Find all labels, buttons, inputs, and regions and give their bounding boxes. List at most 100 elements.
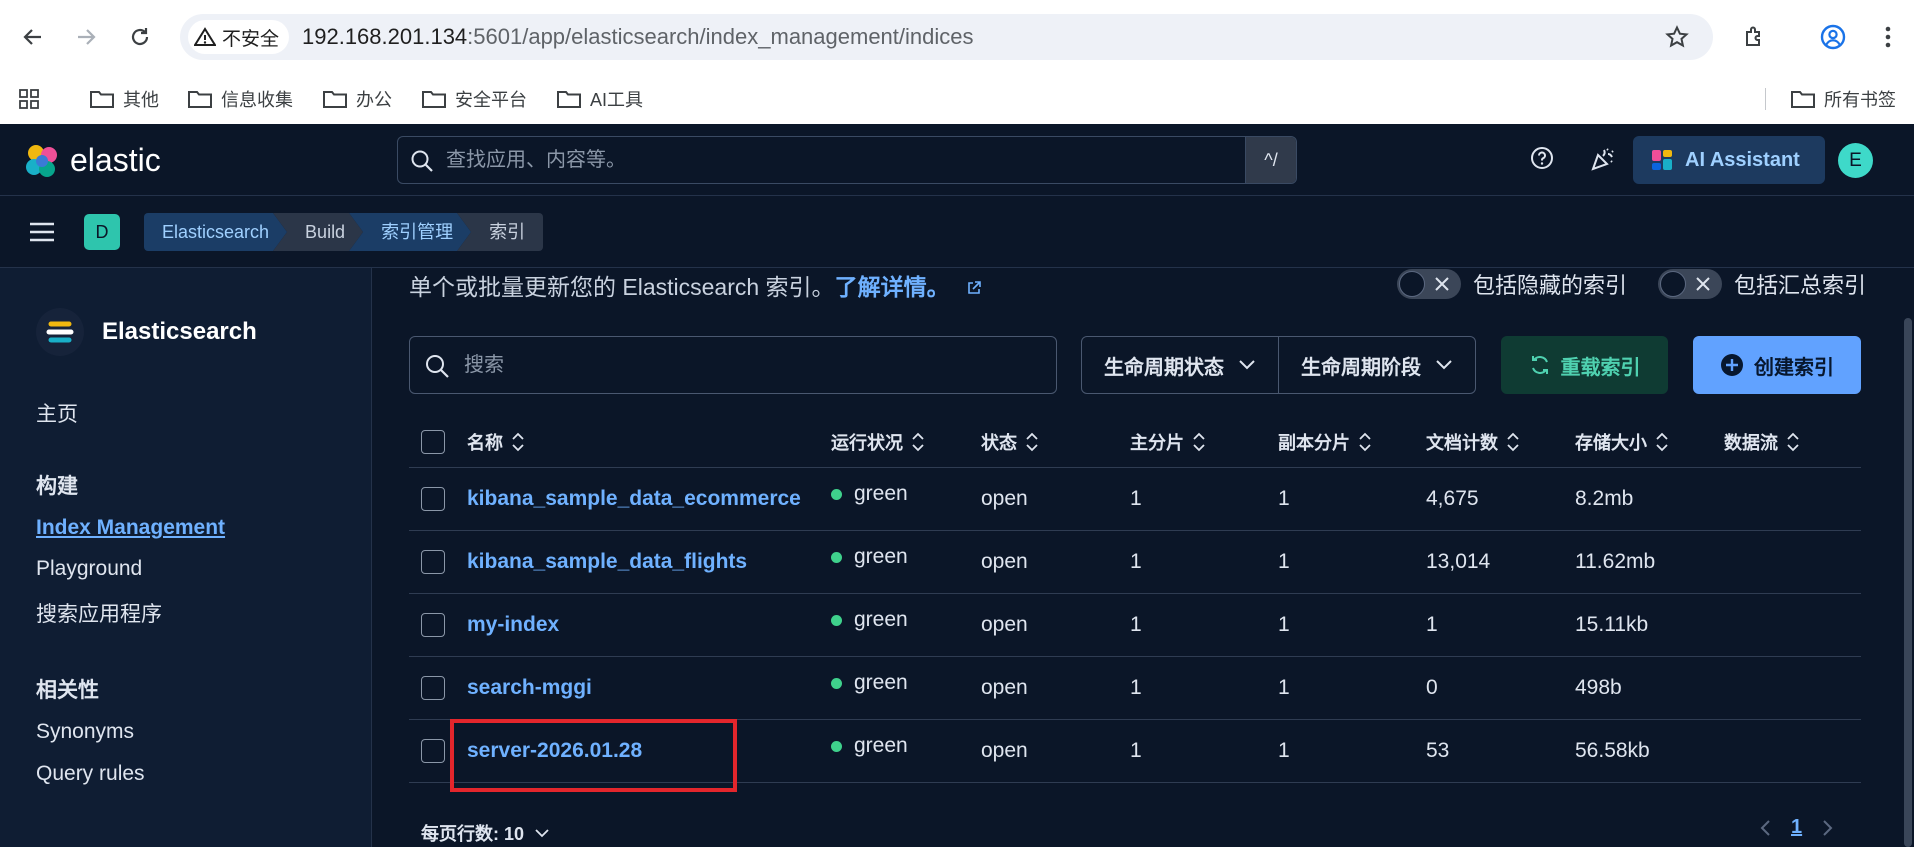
rows-per-page-selector[interactable]: 每页行数: 10 <box>421 820 550 846</box>
replicas-cell: 1 <box>1278 739 1290 762</box>
space-avatar[interactable]: D <box>84 214 120 250</box>
plus-circle-icon <box>1721 354 1743 376</box>
replicas-cell: 1 <box>1278 613 1290 636</box>
back-button[interactable] <box>17 21 49 53</box>
sidebar-item-synonyms[interactable]: Synonyms <box>36 720 134 744</box>
lifecycle-status-filter[interactable]: 生命周期状态 <box>1082 337 1278 393</box>
create-label: 创建索引 <box>1754 356 1834 379</box>
column-header-docs[interactable]: 文档计数 <box>1426 416 1520 468</box>
bookmark-folder[interactable]: 办公 <box>322 74 392 124</box>
create-index-button[interactable]: 创建索引 <box>1693 336 1861 394</box>
table-row: search-mggi green open 1 1 0 498b <box>409 657 1861 720</box>
index-name-link[interactable]: search-mggi <box>467 657 592 719</box>
bookmark-folder[interactable]: 信息收集 <box>187 74 293 124</box>
bookmark-label: 其他 <box>123 90 159 110</box>
status-cell: open <box>981 739 1028 762</box>
health-dot-icon <box>831 740 842 752</box>
ai-assistant-button[interactable]: AI Assistant <box>1633 136 1825 184</box>
security-label: 不安全 <box>222 28 280 50</box>
browser-menu-icon[interactable] <box>1872 21 1904 53</box>
index-name-link[interactable]: kibana_sample_data_flights <box>467 531 747 593</box>
sidebar-item-index-management[interactable]: Index Management <box>36 516 225 540</box>
sidebar-section-build: 构建 <box>36 475 78 498</box>
search-icon <box>426 355 449 378</box>
size-cell: 498b <box>1575 676 1622 699</box>
docs-cell: 4,675 <box>1426 487 1479 510</box>
scrollbar[interactable] <box>1904 318 1912 847</box>
index-name-link[interactable]: my-index <box>467 594 559 656</box>
primary-cell: 1 <box>1130 613 1142 636</box>
address-bar[interactable]: 不安全 192.168.201.134:5601/app/elasticsear… <box>180 14 1713 60</box>
health-text: green <box>854 608 908 631</box>
arrow-left-icon <box>23 29 41 45</box>
index-name-link[interactable]: kibana_sample_data_ecommerce <box>467 468 801 530</box>
bookmark-label: 所有书签 <box>1824 90 1896 110</box>
security-chip[interactable]: 不安全 <box>188 20 290 54</box>
folder-icon <box>557 91 581 108</box>
row-checkbox[interactable] <box>421 550 445 574</box>
chevron-right-icon[interactable] <box>1822 819 1834 837</box>
select-all-checkbox[interactable] <box>421 430 445 454</box>
row-checkbox[interactable] <box>421 739 445 763</box>
menu-toggle-icon[interactable] <box>28 220 56 244</box>
close-icon <box>1435 277 1449 291</box>
profile-icon[interactable] <box>1817 21 1849 53</box>
lifecycle-phase-filter[interactable]: 生命周期阶段 <box>1278 337 1475 393</box>
column-label: 状态 <box>981 433 1017 453</box>
column-header-name[interactable]: 名称 <box>467 416 525 468</box>
replicas-cell: 1 <box>1278 487 1290 510</box>
bookmarks-bar: 其他 信息收集 办公 安全平台 AI工具 所有书签 <box>0 74 1914 124</box>
side-nav-title: Elasticsearch <box>102 318 257 345</box>
bookmark-folder[interactable]: 其他 <box>89 74 159 124</box>
breadcrumb-index-management[interactable]: 索引管理 <box>349 213 471 251</box>
bookmark-folder[interactable]: AI工具 <box>556 74 643 124</box>
page-description: 单个或批量更新您的 Elasticsearch 索引。了解详情。 <box>409 268 982 302</box>
toggle-switch[interactable] <box>1658 269 1722 299</box>
bookmark-star-icon[interactable] <box>1665 25 1689 49</box>
row-checkbox[interactable] <box>421 487 445 511</box>
elastic-logo[interactable]: elastic <box>24 142 161 179</box>
apps-grid-icon[interactable] <box>18 74 40 124</box>
breadcrumb-elasticsearch[interactable]: Elasticsearch <box>144 213 287 251</box>
search-placeholder: 搜索 <box>464 354 504 376</box>
index-search-input[interactable]: 搜索 <box>409 336 1057 394</box>
bookmark-folder[interactable]: 安全平台 <box>421 74 527 124</box>
reload-indices-button[interactable]: 重载索引 <box>1501 336 1668 394</box>
include-hidden-toggle[interactable]: 包括隐藏的索引 <box>1397 268 1627 300</box>
bookmark-label: 安全平台 <box>455 90 527 110</box>
column-header-status[interactable]: 状态 <box>981 416 1039 468</box>
include-rollup-toggle[interactable]: 包括汇总索引 <box>1658 268 1866 300</box>
sidebar-item-query-rules[interactable]: Query rules <box>36 762 145 786</box>
forward-button[interactable] <box>70 21 102 53</box>
column-header-size[interactable]: 存储大小 <box>1575 416 1669 468</box>
all-bookmarks-folder[interactable]: 所有书签 <box>1790 74 1896 124</box>
sort-icon <box>1656 432 1668 452</box>
column-header-data-stream[interactable]: 数据流 <box>1724 416 1800 468</box>
sidebar-item-home[interactable]: 主页 <box>36 398 78 428</box>
extensions-icon[interactable] <box>1738 21 1770 53</box>
toggle-switch[interactable] <box>1397 269 1461 299</box>
filter-label: 生命周期阶段 <box>1301 356 1421 379</box>
sidebar-item-playground[interactable]: Playground <box>36 557 142 581</box>
bookmark-label: AI工具 <box>590 90 644 110</box>
elastic-cluster-icon <box>26 144 57 177</box>
row-checkbox[interactable] <box>421 676 445 700</box>
news-feed-icon[interactable] <box>1590 146 1616 172</box>
help-icon[interactable] <box>1530 146 1554 170</box>
chevron-left-icon[interactable] <box>1759 819 1771 837</box>
column-header-replicas[interactable]: 副本分片 <box>1278 416 1372 468</box>
column-header-primary[interactable]: 主分片 <box>1130 416 1206 468</box>
side-nav: Elasticsearch 主页 构建 Index Management Pla… <box>0 268 372 847</box>
status-cell: open <box>981 676 1028 699</box>
user-avatar[interactable]: E <box>1838 143 1873 178</box>
global-search-input[interactable]: 查找应用、内容等。 ^/ <box>397 136 1297 184</box>
learn-more-link[interactable]: 了解详情。 <box>835 274 950 300</box>
health-dot-icon <box>831 614 842 626</box>
column-header-health[interactable]: 运行状况 <box>831 416 925 468</box>
reload-page-button[interactable] <box>124 21 156 53</box>
health-cell: green <box>831 531 908 593</box>
sidebar-item-search-apps[interactable]: 搜索应用程序 <box>36 598 162 628</box>
row-checkbox[interactable] <box>421 613 445 637</box>
page-number[interactable]: 1 <box>1791 816 1802 839</box>
health-text: green <box>854 734 908 757</box>
